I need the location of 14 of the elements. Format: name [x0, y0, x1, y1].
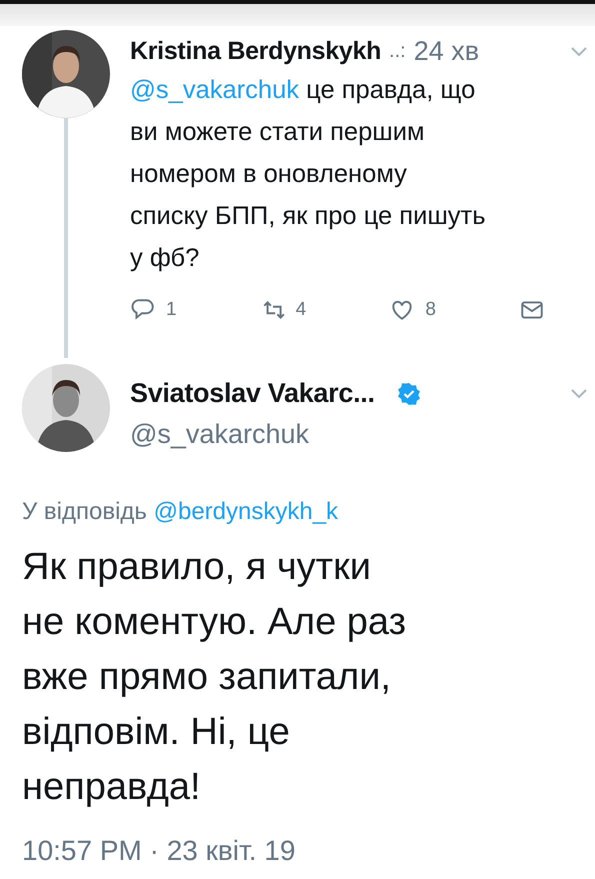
- user-handle: @s_vakarchuk: [130, 419, 310, 450]
- separator: ..:: [389, 40, 406, 63]
- reply-to-link[interactable]: @berdynskykh_k: [154, 498, 338, 525]
- mention-link[interactable]: @s_vakarchuk: [130, 76, 300, 104]
- action-count: 8: [425, 299, 436, 321]
- action-count: 4: [296, 299, 306, 321]
- author-name: Kristina Berdynskykh: [130, 37, 382, 66]
- author-name: Sviatoslav Vakarc...: [130, 378, 375, 409]
- reply-context: У відповідь @berdynskykh_k: [22, 498, 340, 526]
- tweet-time: 24 хв: [414, 36, 480, 67]
- tweet-timestamp: 10:57 PM · 23 квіт. 19: [22, 835, 296, 867]
- tweet-text: @s_vakarchuk це правда, що ви можете стати першим номером в оновленому списку БПП, як про це пишуть у фб?: [130, 75, 487, 274]
- action-count: 1: [166, 299, 177, 321]
- tweet-text: Як правило, я чутки не коментую. Але раз вже прямо запитали, відповім. Ні, це неправда!: [22, 545, 408, 810]
